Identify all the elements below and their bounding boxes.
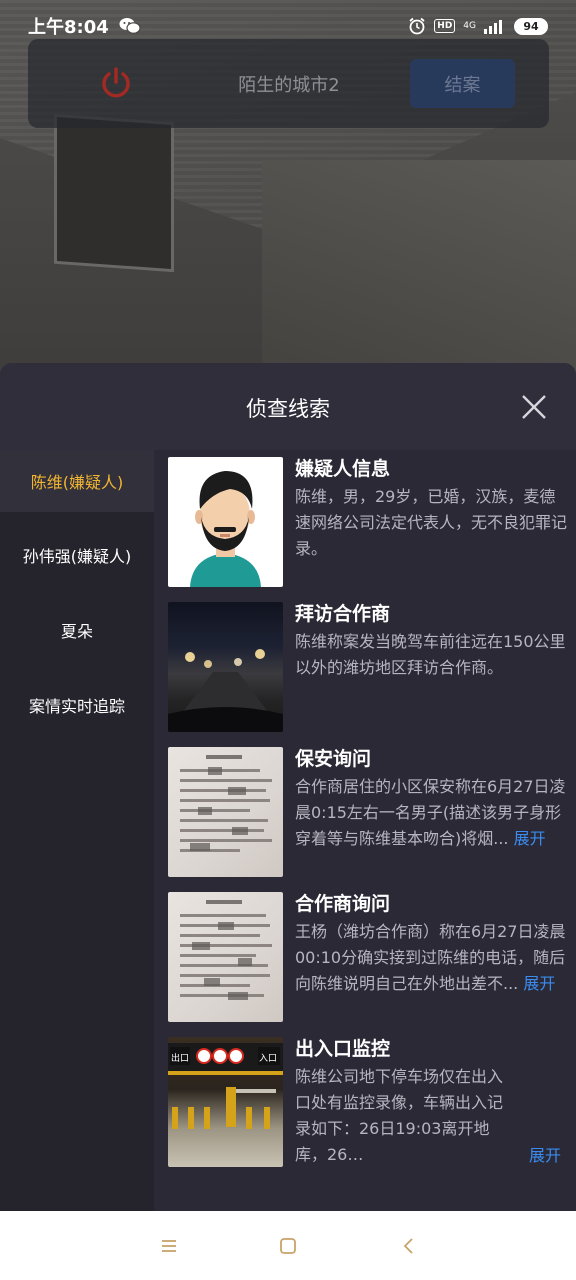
home-square-icon[interactable] bbox=[277, 1235, 299, 1257]
status-time: 上午8:04 bbox=[28, 17, 109, 38]
scene-window bbox=[54, 113, 174, 273]
suspect-avatar bbox=[168, 457, 283, 587]
clue-card-entrance-monitor[interactable]: 出口 入口 出入口监控 陈维公司地下停车场仅在出入口处有监控录像，车辆出入记录如… bbox=[168, 1030, 568, 1167]
scene-wall bbox=[262, 160, 576, 380]
interview-document-photo bbox=[168, 892, 283, 1022]
network-label: 4G bbox=[463, 20, 476, 31]
svg-text:入口: 入口 bbox=[259, 1053, 277, 1064]
clue-title: 保安询问 bbox=[295, 748, 372, 770]
clue-title: 拜访合作商 bbox=[295, 603, 391, 625]
clue-title: 合作商询问 bbox=[295, 893, 391, 915]
svg-text:出口: 出口 bbox=[171, 1052, 189, 1064]
clue-description: 陈维，男，29岁，已婚，汉族，麦德速网络公司法定代表人，无不良犯罪记录。 bbox=[295, 487, 568, 558]
system-nav-bar bbox=[0, 1211, 576, 1280]
case-title: 陌生的城市2 bbox=[238, 75, 340, 96]
case-top-bar: 陌生的城市2 结案 bbox=[28, 39, 549, 128]
avatar-illustration bbox=[190, 471, 261, 587]
sidebar-item-xiaduo[interactable]: 夏朵 bbox=[0, 599, 154, 661]
clue-card-partner-interview[interactable]: 合作商询问 王杨（潍坊合作商）称在6月27日凌晨00:10分确实接到过陈维的电话… bbox=[168, 885, 568, 1022]
parking-entrance-photo: 出口 入口 bbox=[168, 1037, 283, 1167]
clue-card-suspect-info[interactable]: 嫌疑人信息 陈维，男，29岁，已婚，汉族，麦德速网络公司法定代表人，无不良犯罪记… bbox=[168, 450, 568, 587]
clues-sheet: 侦查线索 陈维(嫌疑人) 孙伟强(嫌疑人) 夏朵 案情实时追踪 嫌疑人信息 陈维… bbox=[0, 363, 576, 1211]
clue-description: 合作商居住的小区保安称在6月27日凌晨0:15左右一名男子(描述该男子身形穿着等… bbox=[295, 777, 566, 848]
clue-card-visit-partner[interactable]: 拜访合作商 陈维称案发当晚驾车前往远在150公里以外的潍坊地区拜访合作商。 bbox=[168, 595, 568, 732]
clue-description: 王杨（潍坊合作商）称在6月27日凌晨00:10分确实接到过陈维的电话，随后向陈维… bbox=[295, 922, 566, 993]
menu-icon[interactable] bbox=[158, 1235, 180, 1257]
suspect-sidebar: 陈维(嫌疑人) 孙伟强(嫌疑人) 夏朵 案情实时追踪 bbox=[0, 450, 154, 1211]
expand-link[interactable]: 展开 bbox=[523, 974, 555, 993]
clue-description: 陈维称案发当晚驾车前往远在150公里以外的潍坊地区拜访合作商。 bbox=[295, 632, 566, 677]
sidebar-item-sunweiqiang[interactable]: 孙伟强(嫌疑人) bbox=[0, 524, 154, 586]
clue-title: 嫌疑人信息 bbox=[295, 458, 391, 480]
close-icon[interactable] bbox=[520, 393, 548, 421]
signal-icon bbox=[484, 20, 502, 34]
clue-list: 嫌疑人信息 陈维，男，29岁，已婚，汉族，麦德速网络公司法定代表人，无不良犯罪记… bbox=[154, 450, 576, 1211]
back-chevron-icon[interactable] bbox=[398, 1235, 420, 1257]
expand-link[interactable]: 展开 bbox=[529, 1142, 561, 1166]
expand-link[interactable]: 展开 bbox=[514, 829, 546, 848]
hd-icon: HD bbox=[434, 19, 456, 33]
sidebar-item-case-tracking[interactable]: 案情实时追踪 bbox=[0, 674, 154, 736]
alarm-icon bbox=[409, 17, 425, 35]
sidebar-item-chenwei[interactable]: 陈维(嫌疑人) bbox=[0, 450, 154, 512]
clue-card-security-interview[interactable]: 保安询问 合作商居住的小区保安称在6月27日凌晨0:15左右一名男子(描述该男子… bbox=[168, 740, 568, 877]
sheet-header: 侦查线索 bbox=[0, 363, 576, 450]
clue-description: 陈维公司地下停车场仅在出入口处有监控录像，车辆出入记录如下：26日19:03离开… bbox=[295, 1067, 504, 1164]
interview-document-photo bbox=[168, 747, 283, 877]
clue-title: 出入口监控 bbox=[295, 1038, 391, 1060]
sheet-title: 侦查线索 bbox=[246, 397, 330, 421]
close-case-button[interactable]: 结案 bbox=[410, 59, 515, 108]
wechat-icon bbox=[119, 18, 141, 34]
night-road-photo bbox=[168, 602, 283, 732]
power-icon[interactable] bbox=[98, 65, 134, 101]
battery-icon: 94 bbox=[514, 17, 548, 35]
